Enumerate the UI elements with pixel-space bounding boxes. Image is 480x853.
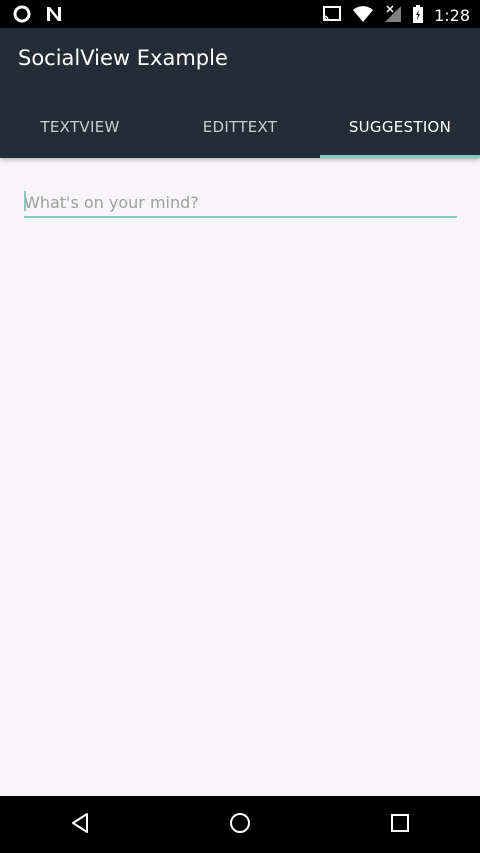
main-content [0, 158, 480, 796]
battery-charging-icon [412, 4, 424, 28]
text-cursor [24, 191, 26, 211]
cast-icon [322, 5, 342, 27]
tab-label: TEXTVIEW [40, 118, 120, 136]
status-input-container [24, 188, 457, 218]
app-toolbar: SocialView Example [0, 28, 480, 96]
tab-bar: TEXTVIEW EDITTEXT SUGGESTION [0, 96, 480, 158]
tab-label: EDITTEXT [202, 118, 278, 136]
n-notification-icon [44, 4, 64, 28]
wifi-icon [352, 5, 374, 27]
input-underline [24, 216, 457, 218]
back-button[interactable] [50, 796, 110, 853]
recents-icon [388, 811, 412, 839]
tab-edittext[interactable]: EDITTEXT [160, 96, 320, 158]
whats-on-your-mind-input[interactable] [24, 188, 457, 216]
tab-label: SUGGESTION [348, 118, 452, 136]
navigation-bar [0, 796, 480, 853]
tab-suggestion[interactable]: SUGGESTION [320, 96, 480, 158]
no-signal-icon [384, 5, 402, 27]
recents-button[interactable] [370, 796, 430, 853]
circle-notification-icon [12, 4, 32, 28]
status-bar: 1:28 [0, 0, 480, 28]
tab-textview[interactable]: TEXTVIEW [0, 96, 160, 158]
back-icon [68, 811, 92, 839]
status-time: 1:28 [434, 6, 470, 25]
home-button[interactable] [210, 796, 270, 853]
app-title: SocialView Example [18, 46, 228, 70]
home-icon [228, 811, 252, 839]
